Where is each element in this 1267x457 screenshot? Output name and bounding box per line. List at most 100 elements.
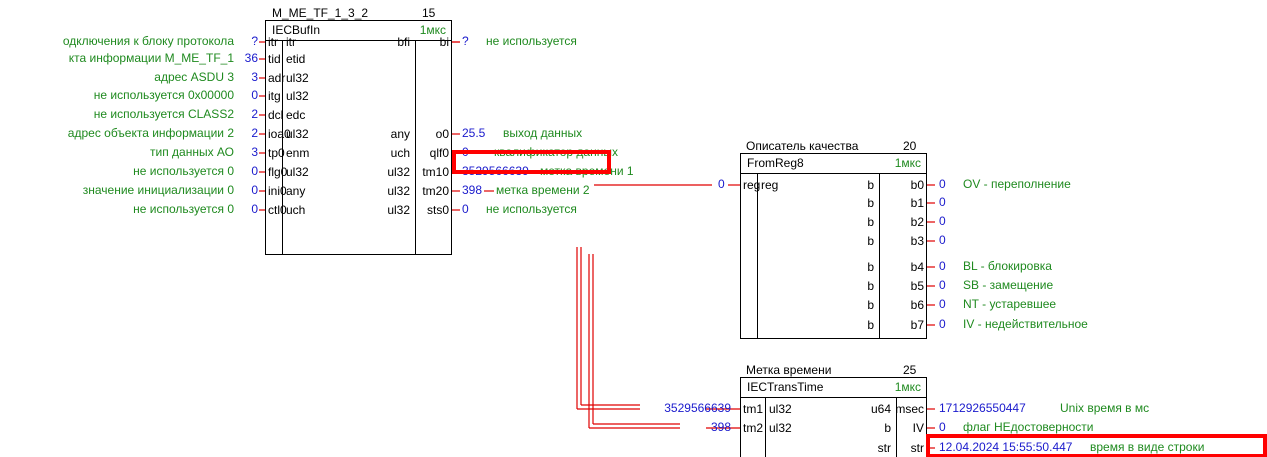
iectranstime-block[interactable]: IECTransTime 1мкс tm1 ul32 u64 msec tm2 ul32 b… [740,377,927,457]
output-value: 25.5 [462,126,486,140]
output-type: b [867,215,874,229]
input-label: кта информации M_ME_TF_1 [68,51,234,65]
output-type: b [884,421,891,435]
output-value: 0 [939,177,946,191]
output-type: b [867,196,874,210]
input-pin: reg [743,178,761,192]
output-type: ul32 [387,184,410,198]
highlight-string-time [926,434,1267,457]
input-value: 0 [251,202,258,216]
input-type: any [286,184,306,198]
output-pin: tm20 [422,184,449,198]
output-pin: b7 [910,318,924,332]
output-label: NT - устаревшее [963,297,1057,311]
block-number: 25 [903,363,917,377]
output-type: any [390,127,410,141]
input-type: ul32 [286,89,309,103]
input-value: ? [251,34,258,48]
output-label: BL - блокировка [963,259,1052,273]
block-header: FromReg8 1мкс [741,154,926,174]
output-type: b [867,178,874,192]
column-divider [765,397,766,457]
output-pin: str [910,441,924,455]
column-divider [879,173,880,338]
output-value: 0 [939,278,946,292]
output-pin: b0 [910,178,924,192]
input-pin: itr [268,35,278,49]
output-label: флаг НЕдостоверности [963,420,1094,434]
output-pin: tm10 [422,165,449,179]
input-type: ul32 [286,127,309,141]
input-pin: flg0 [268,165,288,179]
output-value: 0 [939,317,946,331]
output-value: 0 [939,195,946,209]
output-pin: o0 [435,127,449,141]
input-pin: tp0 [268,146,285,160]
input-value: 3 [251,145,258,159]
column-divider [415,40,416,254]
output-value: 0 [939,214,946,228]
column-divider [757,173,758,338]
block-type: IECBufIn [272,23,321,37]
output-pin: sts0 [426,203,449,217]
block-cycle-time: 1мкс [894,156,921,170]
input-pin: ctl0 [268,203,287,217]
output-type: b [867,279,874,293]
output-pin: b2 [910,215,924,229]
output-type: b [867,260,874,274]
output-pin: IV [912,421,924,435]
input-value: 3 [251,70,258,84]
function-block-diagram: M_ME_TF_1_3_2 15 IECBufIn 1мкс itr itr bfi… [0,0,1267,457]
input-pin: tm2 [743,421,764,435]
highlight-output-data [452,150,611,174]
input-pin: tm1 [743,402,764,416]
block-cycle-time: 1мкс [894,380,921,394]
output-value: 0 [939,297,946,311]
input-label: одключения к блоку протокола [62,34,234,48]
connection-wires [259,41,935,449]
output-value: 0 [939,259,946,273]
output-label: Unix время в мс [1060,401,1150,415]
input-label: не используется 0x00000 [93,88,234,102]
output-label: OV - переполнение [963,177,1071,191]
block-name: Метка времени [746,363,832,377]
input-pin: tid [268,52,281,66]
input-value: 36 [244,51,258,65]
output-type: uch [390,146,410,160]
input-pin: dcl [268,108,284,122]
input-type: reg [761,178,779,192]
fromreg8-block[interactable]: FromReg8 1мкс reg reg b b0 b b1 b b2 b b3 b b4 b b5 b b… [740,153,927,339]
output-label: не используется [486,202,577,216]
input-label: адрес объекта информации 2 [67,126,234,140]
output-type: b [867,298,874,312]
input-type: enm [286,146,310,160]
block-header: IECTransTime 1мкс [741,378,926,398]
input-type: ul32 [286,71,309,85]
input-pin: itg [268,89,281,103]
input-type: etid [286,52,306,66]
input-type: ul32 [769,421,792,435]
iecbufin-block[interactable]: IECBufIn 1мкс itr itr bfi bi tid etid adr ul32 i… [265,20,452,255]
output-type: ul32 [387,165,410,179]
block-name: Описатель качества [746,139,859,153]
input-value: 0 [251,164,258,178]
output-label: SB - замещение [963,278,1054,292]
input-type: itr [286,35,296,49]
output-pin: b6 [910,298,924,312]
block-name: M_ME_TF_1_3_2 [272,6,369,20]
output-value: 0 [939,420,946,434]
output-pin: b5 [910,279,924,293]
input-value: 2 [251,126,258,140]
input-label: адрес ASDU 3 [154,70,234,84]
input-value: 3529566639 [664,401,731,415]
input-type: uch [286,203,306,217]
output-label: метка времени 2 [496,183,590,197]
block-type: IECTransTime [747,380,824,394]
output-value: 1712926550447 [939,401,1026,415]
input-label: не используется 0 [133,202,234,216]
input-value: 0 [251,88,258,102]
input-value: 0 [718,177,725,191]
output-pin: b3 [910,234,924,248]
input-value: 0 [251,183,258,197]
output-type: b [867,318,874,332]
